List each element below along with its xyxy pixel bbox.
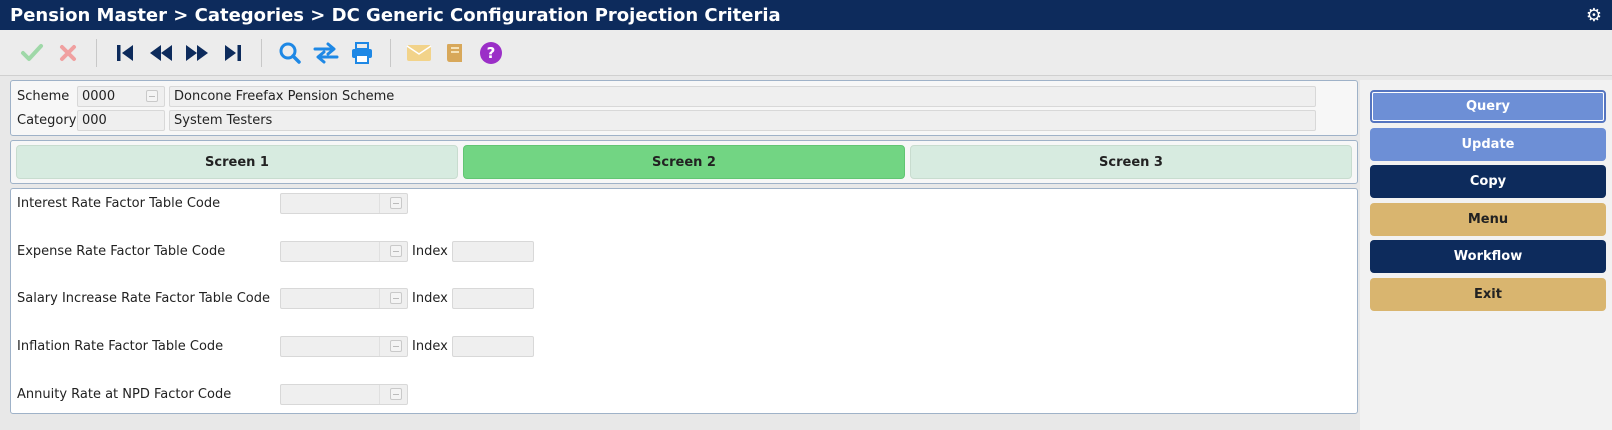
- scheme-name-value: Doncone Freefax Pension Scheme: [174, 88, 395, 104]
- first-record-icon[interactable]: [109, 37, 141, 69]
- title-bar: Pension Master > Categories > DC Generic…: [0, 0, 1612, 30]
- lookup-icon[interactable]: [390, 388, 402, 400]
- action-sidebar: Query Update Copy Menu Workflow Exit: [1360, 80, 1612, 430]
- category-code-value: 000: [82, 112, 107, 128]
- check-icon[interactable]: [16, 37, 48, 69]
- svg-text:?: ?: [487, 44, 496, 62]
- scheme-row: Scheme 0000 Doncone Freefax Pension Sche…: [15, 84, 1353, 108]
- exit-button[interactable]: Exit: [1370, 277, 1606, 311]
- salary-index-field[interactable]: [451, 288, 534, 309]
- next-record-icon[interactable]: [181, 37, 213, 69]
- index-label: Index: [412, 339, 448, 354]
- expense-index-field[interactable]: [451, 241, 534, 262]
- tab-label: Screen 3: [1099, 154, 1163, 170]
- form-row-interest: Interest Rate Factor Table Code: [17, 193, 408, 214]
- lookup-icon[interactable]: [390, 197, 402, 209]
- previous-record-icon[interactable]: [145, 37, 177, 69]
- toolbar-separator: [261, 38, 262, 67]
- category-row: Category 000 System Testers: [15, 108, 1353, 132]
- main-area: Scheme 0000 Doncone Freefax Pension Sche…: [0, 80, 1612, 430]
- index-label: Index: [412, 244, 448, 259]
- tab-screen-3[interactable]: Screen 3: [910, 145, 1352, 179]
- workflow-button[interactable]: Workflow: [1370, 240, 1606, 273]
- inflation-rate-label: Inflation Rate Factor Table Code: [17, 339, 224, 354]
- interest-rate-label: Interest Rate Factor Table Code: [17, 196, 221, 211]
- category-name-field: System Testers: [169, 109, 1316, 131]
- search-icon[interactable]: [274, 37, 306, 69]
- expense-rate-code-field[interactable]: [280, 241, 408, 262]
- scheme-code-value: 0000: [82, 88, 116, 104]
- inflation-rate-code-field[interactable]: [280, 336, 408, 357]
- form-row-annuity: Annuity Rate at NPD Factor Code: [17, 384, 408, 405]
- gear-icon[interactable]: ⚙: [1586, 5, 1602, 26]
- page-title: Pension Master > Categories > DC Generic…: [10, 4, 781, 26]
- swap-icon[interactable]: [310, 37, 342, 69]
- scheme-label: Scheme: [17, 88, 70, 104]
- lookup-icon[interactable]: [390, 245, 402, 257]
- toolbar: ?: [0, 30, 1612, 76]
- menu-button[interactable]: Menu: [1370, 202, 1606, 236]
- query-button[interactable]: Query: [1370, 90, 1606, 123]
- lookup-icon[interactable]: [146, 89, 158, 102]
- inflation-index-field[interactable]: [451, 336, 534, 357]
- category-label: Category: [17, 112, 77, 128]
- form-area: Scheme 0000 Doncone Freefax Pension Sche…: [10, 80, 1358, 414]
- update-button[interactable]: Update: [1370, 127, 1606, 161]
- category-name-value: System Testers: [174, 112, 273, 128]
- tab-screen-1[interactable]: Screen 1: [16, 145, 458, 179]
- lookup-icon[interactable]: [390, 340, 402, 352]
- form-row-salary: Salary Increase Rate Factor Table Code I…: [17, 288, 534, 309]
- toolbar-separator: [390, 38, 391, 67]
- tab-label: Screen 2: [652, 154, 716, 170]
- salary-increase-code-field[interactable]: [280, 288, 408, 309]
- form-row-expense: Expense Rate Factor Table Code Index: [17, 241, 534, 262]
- annuity-rate-code-field[interactable]: [280, 384, 408, 405]
- index-label: Index: [412, 291, 448, 306]
- form-row-inflation: Inflation Rate Factor Table Code Index: [17, 336, 534, 357]
- interest-rate-code-field[interactable]: [280, 193, 408, 214]
- help-icon[interactable]: ?: [475, 37, 507, 69]
- tab-screen-2[interactable]: Screen 2: [463, 145, 905, 179]
- notebook-icon[interactable]: [439, 37, 471, 69]
- last-record-icon[interactable]: [217, 37, 249, 69]
- tabs-panel: Screen 1 Screen 2 Screen 3: [10, 140, 1358, 184]
- close-x-icon[interactable]: [52, 37, 84, 69]
- lookup-icon[interactable]: [390, 292, 402, 304]
- tab-label: Screen 1: [205, 154, 269, 170]
- annuity-rate-label: Annuity Rate at NPD Factor Code: [17, 387, 232, 402]
- content-panel: Interest Rate Factor Table Code Expense …: [10, 188, 1358, 414]
- print-icon[interactable]: [346, 37, 378, 69]
- copy-button[interactable]: Copy: [1370, 165, 1606, 198]
- scheme-name-field: Doncone Freefax Pension Scheme: [169, 85, 1316, 107]
- scheme-code-field[interactable]: 0000: [77, 85, 165, 107]
- toolbar-separator: [96, 38, 97, 67]
- category-code-field[interactable]: 000: [77, 109, 165, 131]
- expense-rate-label: Expense Rate Factor Table Code: [17, 244, 226, 259]
- header-panel: Scheme 0000 Doncone Freefax Pension Sche…: [10, 80, 1358, 136]
- salary-increase-label: Salary Increase Rate Factor Table Code: [17, 291, 271, 306]
- mail-icon[interactable]: [403, 37, 435, 69]
